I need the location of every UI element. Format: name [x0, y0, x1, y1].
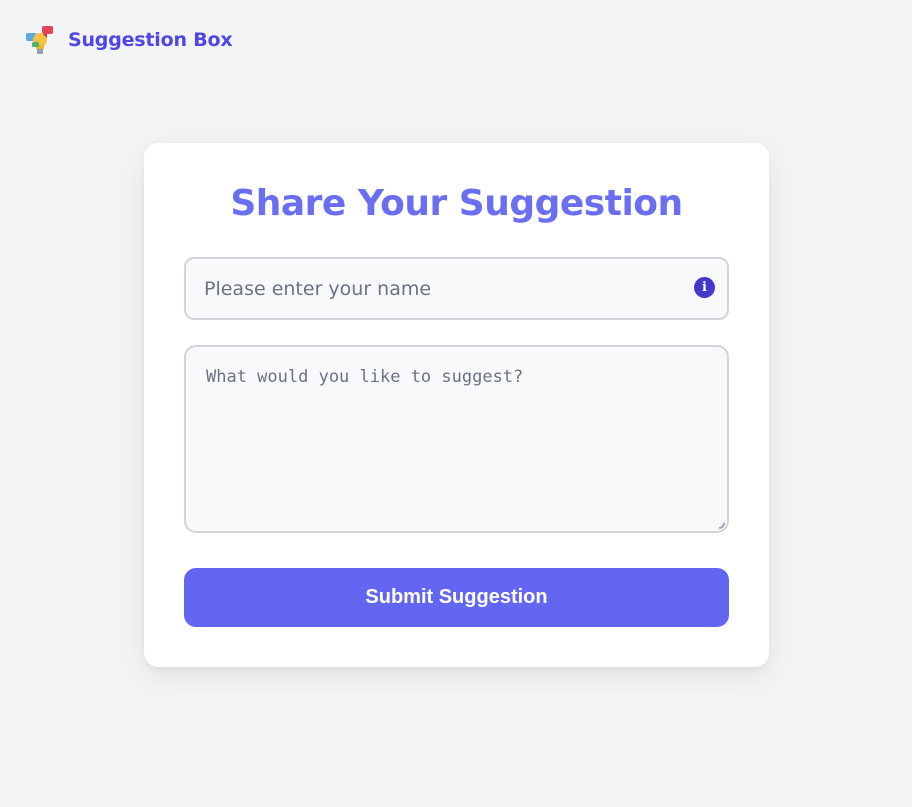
app-header: Suggestion Box — [24, 24, 233, 56]
app-brand: Suggestion Box — [68, 29, 233, 51]
submit-button[interactable]: Submit Suggestion — [184, 568, 729, 627]
lightbulb-speech-bubbles-icon — [26, 26, 53, 54]
suggestion-textarea[interactable] — [186, 347, 727, 531]
name-input[interactable] — [198, 275, 688, 303]
info-icon[interactable]: i — [694, 277, 715, 298]
suggestion-field[interactable] — [184, 345, 729, 533]
name-field[interactable]: i — [184, 257, 729, 320]
form-title: Share Your Suggestion — [230, 183, 683, 224]
suggestion-form-card: Share Your Suggestion i Submit Suggestio… — [144, 143, 769, 667]
